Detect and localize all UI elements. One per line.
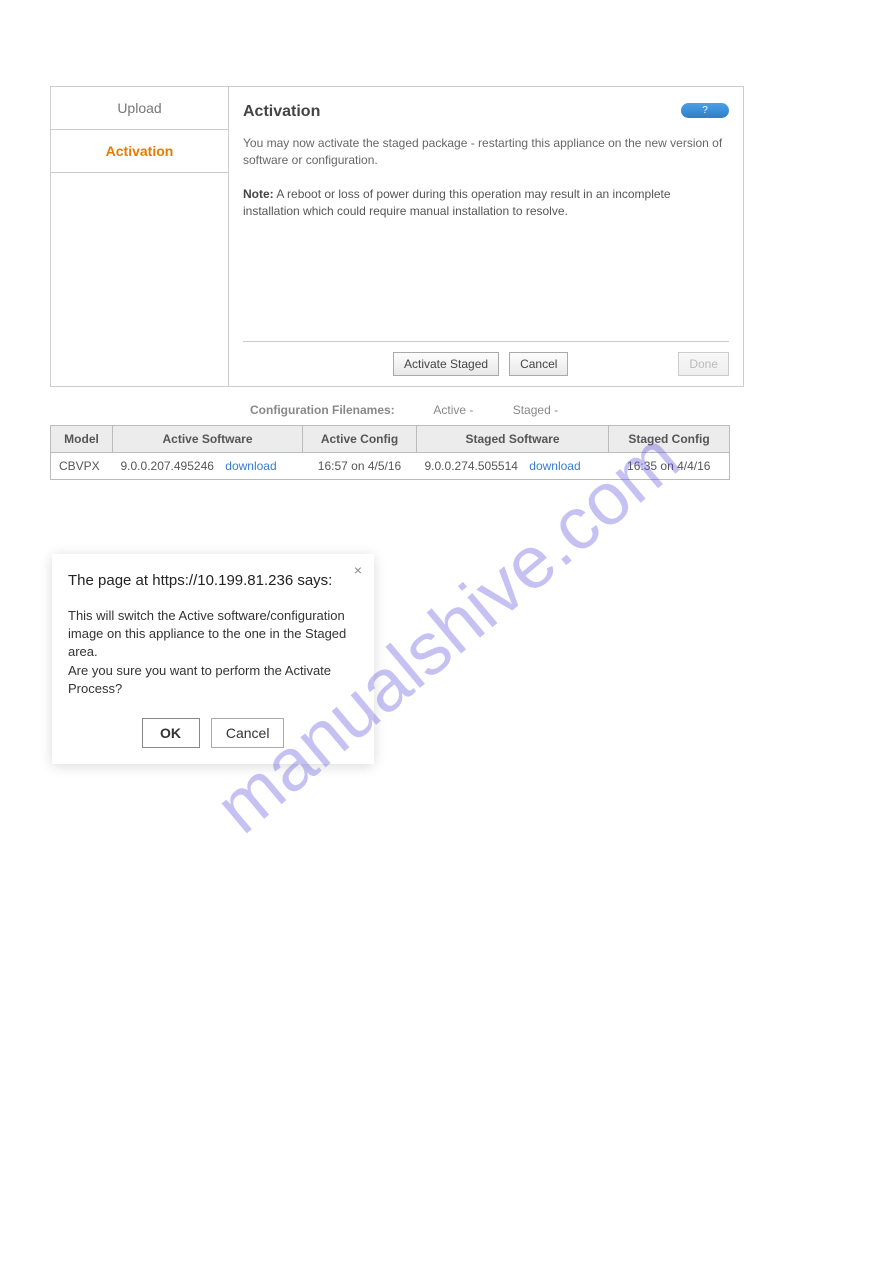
page-title: Activation — [243, 103, 320, 121]
intro-text: You may now activate the staged package … — [243, 135, 729, 170]
main-header: Activation ? — [243, 103, 729, 121]
dialog-line2: Are you sure you want to perform the Act… — [68, 663, 331, 696]
active-sw-version: 9.0.0.207.495246 — [121, 459, 214, 473]
config-filenames-row: Configuration Filenames: Active - Staged… — [50, 397, 744, 425]
th-active-sw: Active Software — [113, 425, 303, 452]
software-table: Model Active Software Active Config Stag… — [50, 425, 730, 480]
sidebar-empty — [51, 173, 228, 386]
active-sw-download-link[interactable]: download — [225, 459, 276, 473]
staged-sw-version: 9.0.0.274.505514 — [425, 459, 518, 473]
cell-active-cfg: 16:57 on 4/5/16 — [303, 452, 417, 479]
cell-model: CBVPX — [51, 452, 113, 479]
dialog-title: The page at https://10.199.81.236 says: — [68, 572, 358, 589]
activate-staged-button[interactable]: Activate Staged — [393, 352, 499, 376]
note-label: Note: — [243, 187, 274, 201]
dialog-body: This will switch the Active software/con… — [68, 607, 358, 698]
main-panel: Upload Activation Activation ? You may n… — [50, 86, 744, 387]
table-header-row: Model Active Software Active Config Stag… — [51, 425, 730, 452]
cancel-button[interactable]: Cancel — [509, 352, 568, 376]
done-button: Done — [678, 352, 729, 376]
help-button[interactable]: ? — [681, 103, 729, 118]
th-staged-cfg: Staged Config — [609, 425, 730, 452]
note-text: Note: A reboot or loss of power during t… — [243, 186, 729, 221]
tab-activation[interactable]: Activation — [51, 130, 228, 173]
th-staged-sw: Staged Software — [417, 425, 609, 452]
staged-sw-download-link[interactable]: download — [529, 459, 580, 473]
confirm-dialog: × The page at https://10.199.81.236 says… — [52, 554, 374, 764]
th-active-cfg: Active Config — [303, 425, 417, 452]
note-body: A reboot or loss of power during this op… — [243, 187, 671, 218]
th-model: Model — [51, 425, 113, 452]
config-staged: Staged - — [513, 403, 558, 417]
button-row: Activate Staged Cancel Done — [243, 341, 729, 376]
tab-upload[interactable]: Upload — [51, 87, 228, 130]
cell-staged-sw: 9.0.0.274.505514 download — [417, 452, 609, 479]
config-label: Configuration Filenames: — [250, 403, 395, 417]
main-content: Activation ? You may now activate the st… — [229, 87, 743, 386]
close-icon[interactable]: × — [354, 562, 362, 578]
dialog-ok-button[interactable]: OK — [142, 718, 200, 748]
cell-staged-cfg: 16:35 on 4/4/16 — [609, 452, 730, 479]
cell-active-sw: 9.0.0.207.495246 download — [113, 452, 303, 479]
dialog-line1: This will switch the Active software/con… — [68, 608, 346, 659]
sidebar: Upload Activation — [51, 87, 229, 386]
config-active: Active - — [433, 403, 473, 417]
dialog-buttons: OK Cancel — [68, 718, 358, 748]
dialog-cancel-button[interactable]: Cancel — [211, 718, 285, 748]
table-row: CBVPX 9.0.0.207.495246 download 16:57 on… — [51, 452, 730, 479]
